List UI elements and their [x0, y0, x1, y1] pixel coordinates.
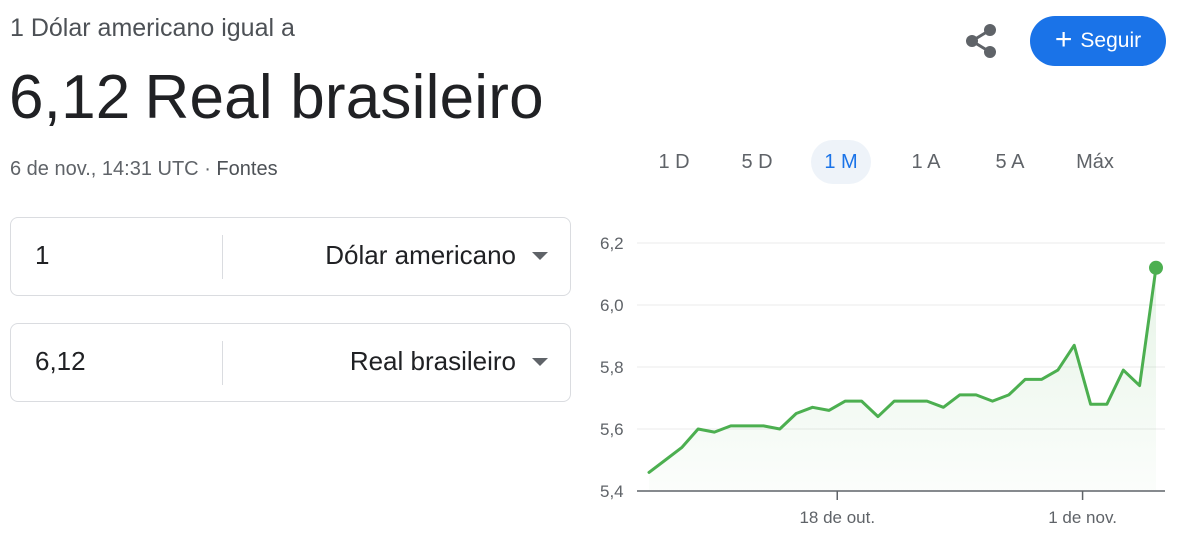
follow-button[interactable]: + Seguir — [1030, 16, 1166, 66]
from-amount-input[interactable]: 1 — [35, 240, 49, 271]
chevron-down-icon[interactable] — [532, 252, 548, 260]
y-axis-ticks: 6,2 6,0 5,8 5,6 5,4 — [600, 234, 624, 501]
chevron-down-icon[interactable] — [532, 358, 548, 366]
converted-value-heading: 6,12 Real brasileiro — [9, 62, 558, 133]
to-currency-select[interactable]: Real brasileiro — [350, 346, 516, 377]
tab-5-days[interactable]: 5 D — [726, 140, 788, 184]
y-tick-label: 6,0 — [600, 296, 624, 315]
field-divider — [222, 341, 223, 385]
tab-1-month[interactable]: 1 M — [811, 140, 871, 184]
follow-label: Seguir — [1080, 29, 1142, 52]
timestamp-line: 6 de nov., 14:31 UTC · Fontes — [10, 158, 278, 181]
sources-link[interactable]: Fontes — [216, 158, 277, 180]
timestamp: 6 de nov., 14:31 UTC — [10, 158, 199, 180]
tab-1-day[interactable]: 1 D — [643, 140, 705, 184]
converted-currency-name: Real brasileiro — [144, 63, 544, 132]
field-divider — [222, 235, 223, 279]
y-tick-label: 5,6 — [600, 420, 624, 439]
y-tick-label: 6,2 — [600, 234, 624, 253]
from-currency-field: 1 Dólar americano — [10, 217, 571, 296]
converted-value: 6,12 — [9, 63, 131, 132]
from-currency-select[interactable]: Dólar americano — [325, 240, 516, 271]
exchange-rate-chart: 6,2 6,0 5,8 5,6 5,4 18 de out. 1 de nov. — [600, 234, 1165, 527]
meta-separator: · — [204, 158, 211, 180]
tab-1-year[interactable]: 1 A — [895, 140, 957, 184]
to-amount-input[interactable]: 6,12 — [35, 346, 86, 377]
plus-icon: + — [1054, 22, 1073, 56]
y-tick-label: 5,4 — [600, 482, 624, 501]
y-tick-label: 5,8 — [600, 358, 624, 377]
share-button[interactable] — [960, 20, 1002, 62]
x-tick-label: 18 de out. — [799, 508, 875, 527]
conversion-subtitle: 1 Dólar americano igual a — [10, 14, 295, 42]
share-icon — [966, 24, 996, 58]
time-range-tabs: 1 D 5 D 1 M 1 A 5 A Máx — [635, 140, 1135, 184]
tab-max[interactable]: Máx — [1062, 140, 1128, 184]
latest-point-marker — [1149, 260, 1163, 275]
to-currency-field: 6,12 Real brasileiro — [10, 323, 571, 402]
tab-5-years[interactable]: 5 A — [979, 140, 1041, 184]
x-tick-label: 1 de nov. — [1048, 508, 1117, 527]
x-axis-ticks: 18 de out. 1 de nov. — [799, 491, 1117, 527]
chart-area-fill — [649, 267, 1156, 491]
